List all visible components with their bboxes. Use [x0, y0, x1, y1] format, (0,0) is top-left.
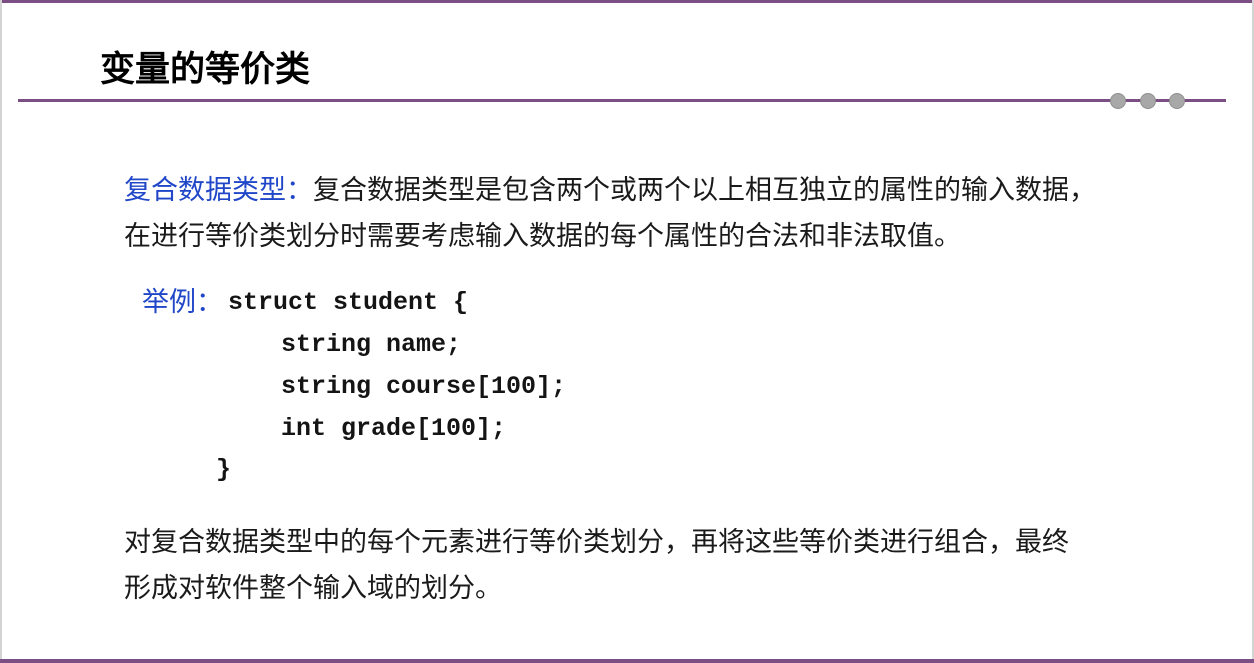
code-line: }: [216, 455, 232, 484]
summary-line-2: 形成对软件整个输入域的划分。: [124, 573, 502, 604]
definition-term: 复合数据类型：: [124, 175, 313, 206]
code-line: string course[100];: [281, 372, 567, 401]
definition-paragraph: 复合数据类型：复合数据类型是包含两个或两个以上相互独立的属性的输入数据， 在进行…: [124, 168, 1096, 260]
dot-icon: [1140, 93, 1156, 109]
dot-icon: [1110, 93, 1126, 109]
code-line: int grade[100];: [281, 414, 507, 443]
summary-line-1: 对复合数据类型中的每个元素进行等价类划分，再将这些等价类进行组合，最终: [124, 527, 1069, 558]
slide-title: 变量的等价类: [100, 50, 311, 90]
slide-left-border: [0, 0, 2, 663]
dot-icon: [1169, 93, 1185, 109]
three-dots-icon: [1108, 93, 1188, 109]
definition-line-1: 复合数据类型：复合数据类型是包含两个或两个以上相互独立的属性的输入数据，: [124, 168, 1096, 214]
definition-line-2: 在进行等价类划分时需要考虑输入数据的每个属性的合法和非法取值。: [124, 221, 961, 252]
example-label: 举例：: [142, 287, 223, 318]
code-line: string name;: [281, 330, 462, 359]
slide-bottom-border: [0, 659, 1254, 663]
summary-paragraph: 对复合数据类型中的每个元素进行等价类划分，再将这些等价类进行组合，最终 形成对软…: [124, 520, 1069, 612]
slide-top-border: [0, 0, 1254, 3]
code-line: struct student {: [228, 288, 469, 317]
title-divider: [18, 99, 1226, 102]
definition-text: 复合数据类型是包含两个或两个以上相互独立的属性的输入数据，: [313, 175, 1096, 206]
